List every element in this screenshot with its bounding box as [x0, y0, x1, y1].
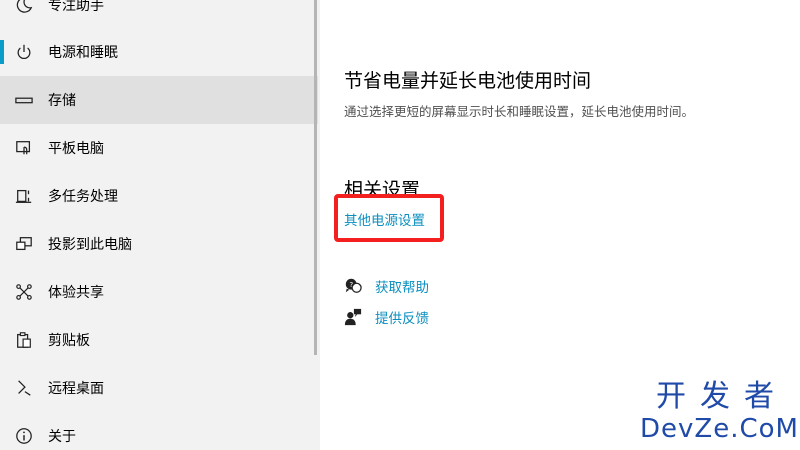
sidebar-item-remote-desktop[interactable]: 远程桌面	[0, 364, 318, 412]
sidebar-item-tablet[interactable]: 平板电脑	[0, 124, 318, 172]
sidebar-item-label: 体验共享	[48, 285, 104, 301]
battery-section-description: 通过选择更短的屏幕显示时长和睡眠设置，延长电池使用时间。	[344, 104, 695, 119]
svg-text:?: ?	[349, 280, 353, 289]
power-icon	[14, 42, 34, 62]
battery-section-title: 节省电量并延长电池使用时间	[344, 70, 592, 92]
give-feedback-row[interactable]: 提供反馈	[344, 307, 429, 327]
sidebar-item-about[interactable]: 关于	[0, 412, 318, 450]
settings-window: 专注助手 电源和睡眠 存储 平板电脑 多任务处理 投影到此电脑 体验共享 剪贴板…	[0, 0, 800, 450]
remote-desktop-icon	[14, 378, 34, 398]
sidebar-item-label: 关于	[48, 429, 76, 445]
give-feedback-link[interactable]: 提供反馈	[375, 307, 429, 327]
watermark-line2: DevZe.CoM	[640, 414, 799, 444]
sidebar-item-label: 多任务处理	[48, 189, 118, 205]
sidebar-item-clipboard[interactable]: 剪贴板	[0, 316, 318, 364]
project-to-pc-icon	[14, 234, 34, 254]
get-help-link[interactable]: 获取帮助	[375, 276, 429, 296]
feedback-person-icon	[344, 308, 362, 326]
additional-power-settings-link[interactable]: 其他电源设置	[344, 209, 425, 229]
clipboard-icon	[14, 330, 34, 350]
multitasking-icon	[14, 186, 34, 206]
sidebar-item-focus-assist[interactable]: 专注助手	[0, 0, 318, 29]
sidebar-item-label: 投影到此电脑	[48, 237, 132, 253]
sidebar: 专注助手 电源和睡眠 存储 平板电脑 多任务处理 投影到此电脑 体验共享 剪贴板…	[0, 0, 320, 450]
sidebar-item-label: 剪贴板	[48, 333, 90, 349]
shared-experiences-icon	[14, 282, 34, 302]
sidebar-item-label: 专注助手	[48, 0, 104, 14]
sidebar-item-multitasking[interactable]: 多任务处理	[0, 172, 318, 220]
sidebar-item-project-to-pc[interactable]: 投影到此电脑	[0, 220, 318, 268]
storage-drive-icon	[14, 90, 34, 110]
sidebar-item-shared-experiences[interactable]: 体验共享	[0, 268, 318, 316]
sidebar-item-storage[interactable]: 存储	[0, 76, 318, 124]
tablet-icon	[14, 138, 34, 158]
site-watermark: 开发者 DevZe.CoM	[640, 379, 799, 445]
get-help-row[interactable]: ? 获取帮助	[344, 276, 429, 296]
moon-icon	[14, 0, 34, 15]
sidebar-item-power-sleep[interactable]: 电源和睡眠	[0, 28, 318, 76]
sidebar-item-label: 远程桌面	[48, 381, 104, 397]
selection-accent-bar	[0, 40, 4, 64]
sidebar-item-label: 平板电脑	[48, 141, 104, 157]
watermark-line1: 开发者	[656, 379, 788, 414]
sidebar-item-label: 电源和睡眠	[48, 45, 118, 61]
help-chat-icon: ?	[344, 277, 362, 295]
sidebar-scrollbar[interactable]	[314, 0, 317, 355]
info-icon	[14, 426, 34, 446]
sidebar-item-label: 存储	[48, 93, 76, 109]
